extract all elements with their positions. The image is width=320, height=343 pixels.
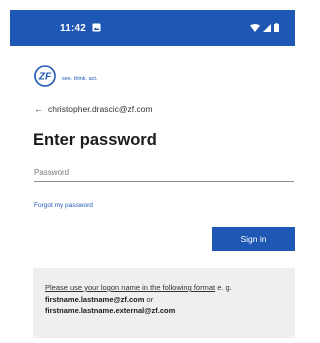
status-left: 11:42 [60,19,101,37]
account-email: christopher.drascic@zf.com [48,104,153,114]
info-box: Please use your logon name in the follow… [33,268,295,338]
wifi-icon [250,19,260,37]
signal-icon [263,19,271,37]
battery-icon [274,19,279,37]
sign-in-button[interactable]: Sign in [212,227,295,251]
brand-logo-row: ZF see. think. act. [34,65,97,92]
info-example-external: firstname.lastname.external@zf.com [45,306,176,316]
info-example-internal: firstname.lastname@zf.com [45,294,145,304]
zf-logo: ZF [34,65,56,92]
status-right [250,19,279,37]
info-text-underlined: Please use your logon name in the follow… [45,283,216,292]
status-time: 11:42 [60,22,87,34]
zf-logo-text: ZF [38,72,52,83]
info-text-eg: e. g. [215,283,232,292]
forgot-password-link[interactable]: Forgot my password [34,202,93,209]
password-input[interactable] [34,164,294,182]
info-text-or: or [144,294,154,304]
page-title: Enter password [33,131,157,149]
image-icon [92,19,101,37]
account-row[interactable]: ← christopher.drascic@zf.com [34,104,153,114]
back-arrow-icon[interactable]: ← [34,104,43,114]
brand-tagline: see. think. act. [62,75,98,82]
status-bar: 11:42 [10,10,295,46]
